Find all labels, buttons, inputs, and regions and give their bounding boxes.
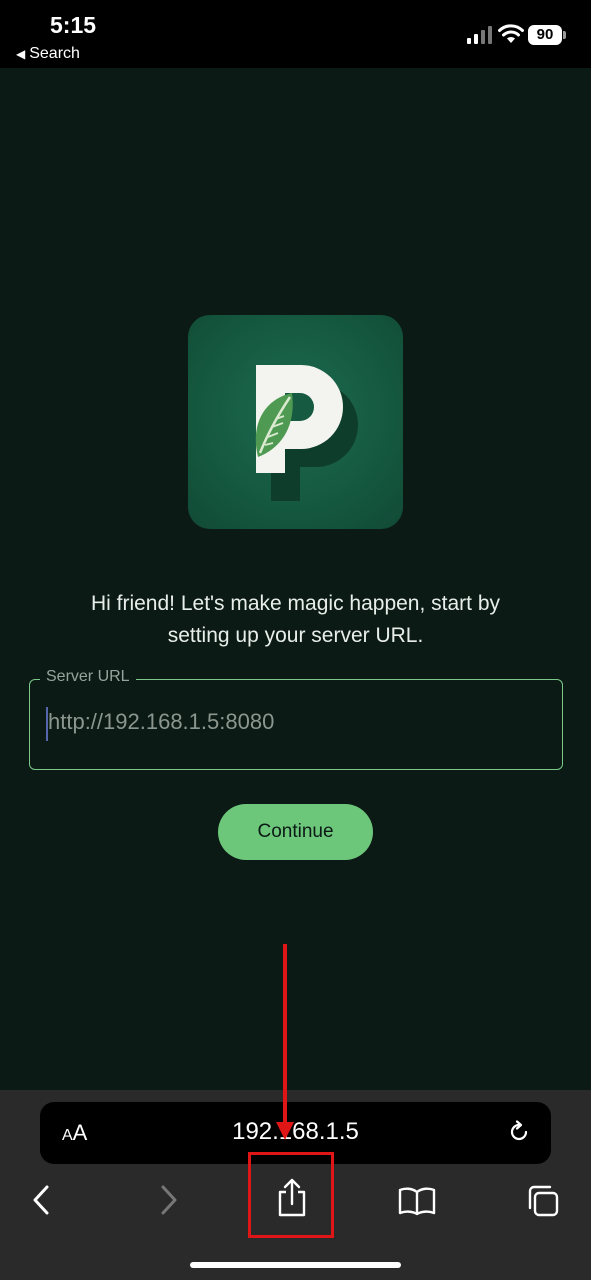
annotation-highlight-box	[248, 1152, 334, 1238]
back-to-search-link[interactable]: ◀ Search	[16, 45, 80, 63]
server-url-placeholder: http://192.168.1.5:8080	[48, 709, 275, 734]
reload-icon[interactable]	[506, 1119, 532, 1145]
server-url-label: Server URL	[40, 668, 136, 686]
forward-chevron-icon[interactable]	[158, 1185, 180, 1215]
bookmarks-icon[interactable]	[398, 1186, 436, 1216]
intro-line-1: Hi friend! Let's make magic happen, star…	[90, 592, 501, 615]
continue-button[interactable]: Continue	[218, 804, 373, 860]
app-logo	[188, 315, 403, 529]
battery-indicator: 90	[528, 25, 562, 45]
home-indicator	[190, 1262, 401, 1268]
server-url-input[interactable]: Server URL http://192.168.1.5:8080	[29, 668, 563, 770]
status-bar: 5:15 ◀ Search 90	[0, 0, 591, 68]
p-leaf-logo-icon	[255, 365, 358, 501]
battery-nub	[563, 31, 566, 39]
back-label: Search	[29, 45, 80, 62]
tabs-icon[interactable]	[526, 1184, 560, 1218]
annotation-arrow-icon	[276, 944, 294, 1140]
back-chevron-icon[interactable]	[30, 1185, 52, 1215]
cellular-signal-icon	[467, 26, 492, 44]
intro-line-2: setting up your server URL.	[167, 624, 424, 647]
back-triangle-icon: ◀	[16, 47, 26, 61]
wifi-icon	[498, 24, 524, 43]
status-time: 5:15	[50, 12, 97, 38]
intro-text: Hi friend! Let's make magic happen, star…	[30, 588, 561, 652]
